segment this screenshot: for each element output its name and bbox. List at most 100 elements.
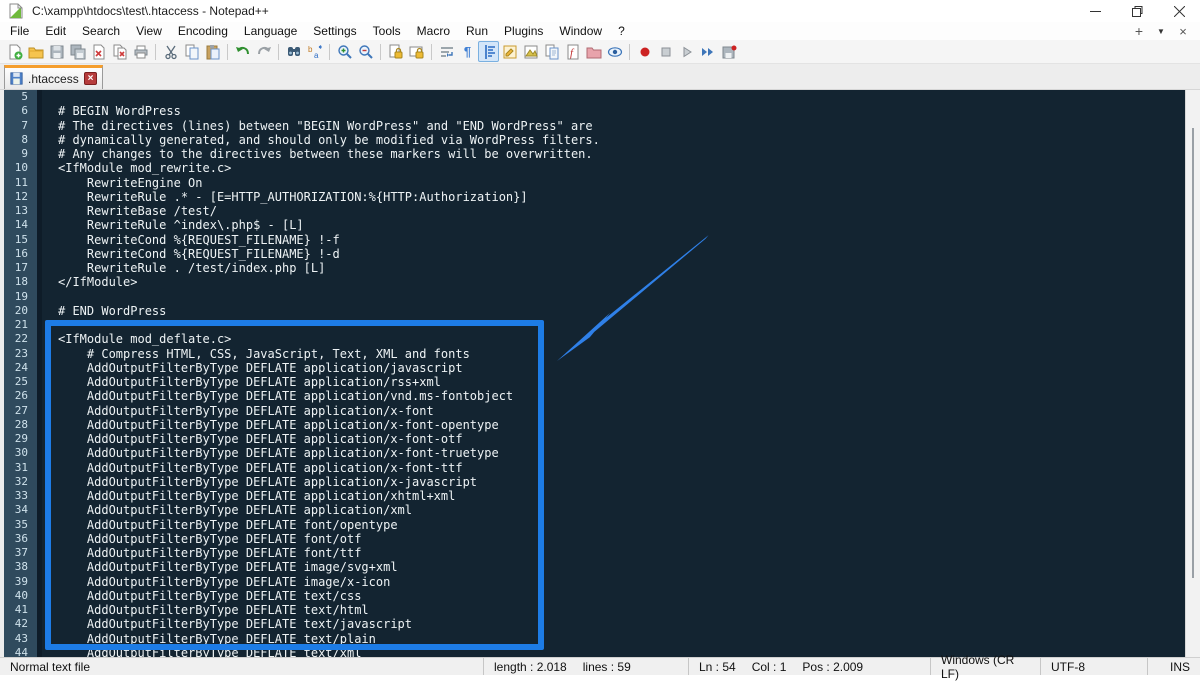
code-text[interactable]: RewriteBase /test/ xyxy=(42,204,1185,218)
line-number[interactable]: 26 xyxy=(4,389,42,403)
line-number[interactable]: 22 xyxy=(4,332,42,346)
status-eol-format[interactable]: Windows (CR LF) xyxy=(930,658,1040,675)
line-number[interactable]: 32 xyxy=(4,475,42,489)
copy-icon[interactable] xyxy=(181,41,202,62)
status-insert-mode[interactable]: INS xyxy=(1147,658,1200,675)
vertical-scrollbar[interactable] xyxy=(1185,90,1200,657)
line-number[interactable]: 6 xyxy=(4,104,42,118)
line-number[interactable]: 20 xyxy=(4,304,42,318)
user-defined-dialog-icon[interactable] xyxy=(499,41,520,62)
line-number[interactable]: 41 xyxy=(4,603,42,617)
save-all-icon[interactable] xyxy=(67,41,88,62)
document-list-icon[interactable] xyxy=(541,41,562,62)
code-text[interactable]: # dynamically generated, and should only… xyxy=(42,133,1185,147)
line-number[interactable]: 10 xyxy=(4,161,42,175)
code-text[interactable]: # Any changes to the directives between … xyxy=(42,147,1185,161)
restore-button[interactable] xyxy=(1116,0,1158,22)
menu-item[interactable]: ? xyxy=(610,23,633,39)
line-number[interactable]: 15 xyxy=(4,233,42,247)
menu-item[interactable]: File xyxy=(2,23,37,39)
line-number[interactable]: 27 xyxy=(4,404,42,418)
code-text[interactable]: RewriteRule .* - [E=HTTP_AUTHORIZATION:%… xyxy=(42,190,1185,204)
new-file-icon[interactable] xyxy=(4,41,25,62)
redo-icon[interactable] xyxy=(253,41,274,62)
status-cursor-position[interactable]: Ln : 54 Col : 1 Pos : 2.009 xyxy=(688,658,930,675)
menu-item[interactable]: Plugins xyxy=(496,23,551,39)
macro-stop-icon[interactable] xyxy=(655,41,676,62)
line-number[interactable]: 21 xyxy=(4,318,42,332)
minimize-button[interactable] xyxy=(1074,0,1116,22)
menu-item[interactable]: Window xyxy=(551,23,610,39)
line-number[interactable]: 29 xyxy=(4,432,42,446)
zoom-out-icon[interactable] xyxy=(355,41,376,62)
code-text[interactable]: # The directives (lines) between "BEGIN … xyxy=(42,119,1185,133)
line-number[interactable]: 9 xyxy=(4,147,42,161)
menu-item[interactable]: Settings xyxy=(305,23,364,39)
tab-close-icon[interactable]: × xyxy=(84,72,97,85)
line-number[interactable]: 37 xyxy=(4,546,42,560)
close-tab-icon[interactable]: × xyxy=(1174,24,1192,39)
close-file-icon[interactable] xyxy=(88,41,109,62)
folder-as-workspace-icon[interactable] xyxy=(583,41,604,62)
line-number[interactable]: 16 xyxy=(4,247,42,261)
open-folder-icon[interactable] xyxy=(25,41,46,62)
line-number[interactable]: 11 xyxy=(4,176,42,190)
line-number[interactable]: 31 xyxy=(4,461,42,475)
new-tab-icon[interactable]: + xyxy=(1130,23,1148,39)
line-number[interactable]: 19 xyxy=(4,290,42,304)
menu-item[interactable]: Edit xyxy=(37,23,74,39)
find-icon[interactable] xyxy=(283,41,304,62)
line-number[interactable]: 23 xyxy=(4,347,42,361)
menu-item[interactable]: Language xyxy=(236,23,305,39)
line-number[interactable]: 17 xyxy=(4,261,42,275)
line-number[interactable]: 42 xyxy=(4,617,42,631)
code-text[interactable]: RewriteEngine On xyxy=(42,176,1185,190)
show-all-characters-icon[interactable]: ¶ xyxy=(457,41,478,62)
code-text[interactable]: <IfModule mod_rewrite.c> xyxy=(42,161,1185,175)
zoom-in-icon[interactable] xyxy=(334,41,355,62)
macro-save-icon[interactable] xyxy=(718,41,739,62)
code-text[interactable]: # BEGIN WordPress xyxy=(42,104,1185,118)
sync-scroll-horizontal-icon[interactable] xyxy=(406,41,427,62)
print-icon[interactable] xyxy=(130,41,151,62)
macro-record-icon[interactable] xyxy=(634,41,655,62)
line-number[interactable]: 35 xyxy=(4,518,42,532)
function-list-icon[interactable]: f xyxy=(562,41,583,62)
monitoring-icon[interactable] xyxy=(604,41,625,62)
undo-icon[interactable] xyxy=(232,41,253,62)
line-number[interactable]: 5 xyxy=(4,90,42,104)
menu-item[interactable]: Tools xyxy=(365,23,409,39)
line-number[interactable]: 7 xyxy=(4,119,42,133)
tab-htaccess[interactable]: .htaccess × xyxy=(4,65,103,89)
paste-icon[interactable] xyxy=(202,41,223,62)
document-map-icon[interactable] xyxy=(520,41,541,62)
line-number[interactable]: 38 xyxy=(4,560,42,574)
line-number[interactable]: 40 xyxy=(4,589,42,603)
menu-item[interactable]: Search xyxy=(74,23,128,39)
line-number[interactable]: 25 xyxy=(4,375,42,389)
close-all-icon[interactable] xyxy=(109,41,130,62)
line-number[interactable]: 13 xyxy=(4,204,42,218)
line-number[interactable]: 36 xyxy=(4,532,42,546)
code-text[interactable] xyxy=(42,90,1185,104)
line-number[interactable]: 8 xyxy=(4,133,42,147)
close-window-button[interactable] xyxy=(1158,0,1200,22)
line-number[interactable]: 14 xyxy=(4,218,42,232)
indent-guide-icon[interactable] xyxy=(478,41,499,62)
tab-list-icon[interactable]: ▼ xyxy=(1152,27,1170,36)
line-number[interactable]: 44 xyxy=(4,646,42,657)
line-number[interactable]: 18 xyxy=(4,275,42,289)
cut-icon[interactable] xyxy=(160,41,181,62)
line-number[interactable]: 28 xyxy=(4,418,42,432)
line-number[interactable]: 33 xyxy=(4,489,42,503)
menu-item[interactable]: Run xyxy=(458,23,496,39)
sync-scroll-vertical-icon[interactable] xyxy=(385,41,406,62)
replace-icon[interactable]: ba xyxy=(304,41,325,62)
line-number[interactable]: 12 xyxy=(4,190,42,204)
menu-item[interactable]: Macro xyxy=(409,23,458,39)
line-number[interactable]: 39 xyxy=(4,575,42,589)
save-icon[interactable] xyxy=(46,41,67,62)
macro-run-multiple-icon[interactable] xyxy=(697,41,718,62)
macro-play-icon[interactable] xyxy=(676,41,697,62)
line-number[interactable]: 30 xyxy=(4,446,42,460)
